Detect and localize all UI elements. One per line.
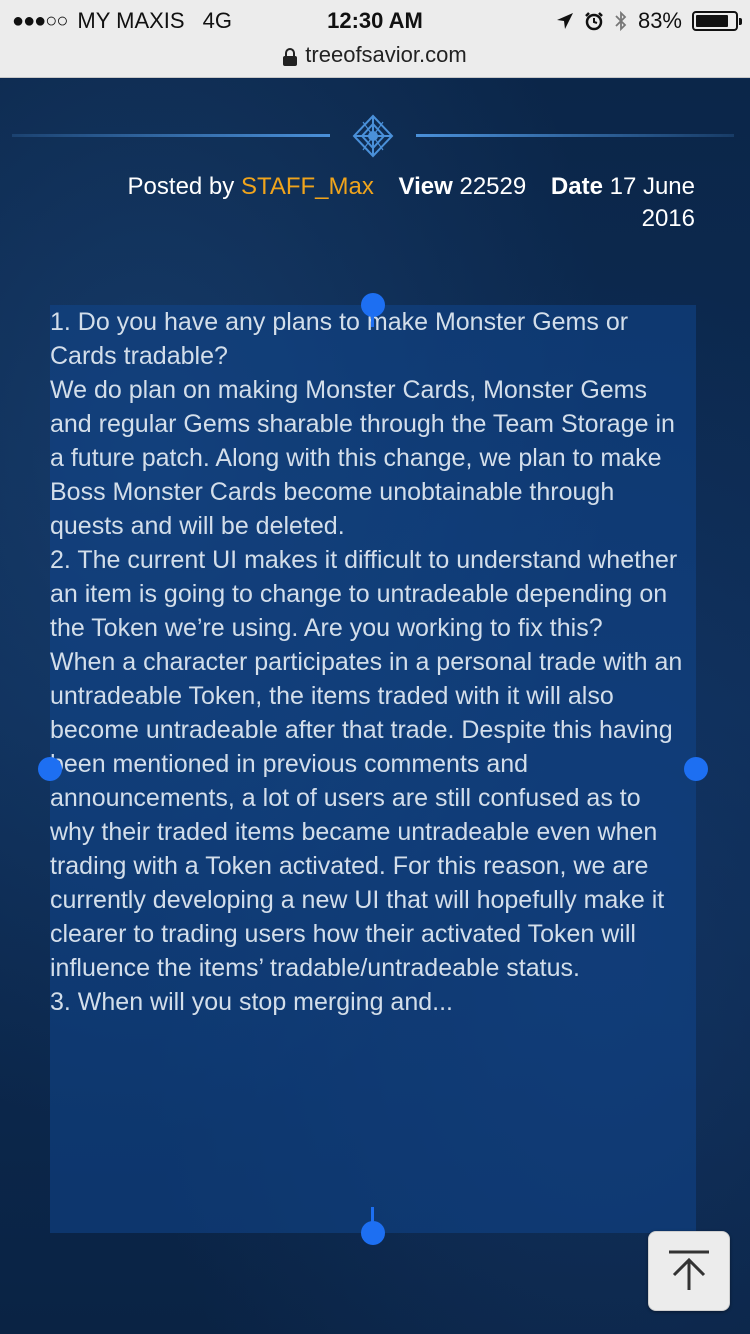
back-to-top-button[interactable] — [648, 1231, 730, 1311]
answer-2: When a character participates in a perso… — [50, 648, 683, 982]
battery-level — [696, 15, 728, 27]
status-right: 83% — [556, 8, 742, 34]
date-label: Date — [550, 173, 603, 200]
url-domain[interactable]: treeofsavior.com — [305, 42, 466, 68]
author-link[interactable]: STAFF_Max — [241, 173, 374, 200]
lock-icon — [283, 48, 298, 66]
posted-by-label: Posted by — [127, 173, 235, 200]
date-value-part1: 17 June — [609, 173, 695, 200]
status-bar: ●●●○○ MY MAXIS 4G 12:30 AM 83% — [0, 0, 750, 40]
divider-line-left — [12, 134, 330, 137]
bluetooth-icon — [615, 10, 627, 32]
arrow-up-to-top-icon — [669, 1250, 709, 1290]
battery-percent: 83% — [637, 8, 682, 33]
network-type: 4G — [202, 8, 232, 33]
question-2: 2. The current UI makes it difficult to … — [50, 546, 678, 642]
selection-handle-right[interactable] — [684, 757, 708, 781]
status-left: ●●●○○ MY MAXIS 4G — [12, 8, 232, 34]
url-bar[interactable]: treeofsavior.com — [0, 40, 750, 78]
carrier-name: MY MAXIS — [77, 8, 185, 33]
header-divider — [12, 114, 734, 158]
question-3-partial: 3. When will you stop merging and... — [50, 988, 453, 1016]
battery-icon — [692, 11, 742, 31]
date-value-part2: 2016 — [641, 205, 695, 232]
alarm-clock-icon — [585, 12, 603, 31]
post-meta: Posted by STAFF_Max View 22529 Date 17 J… — [60, 171, 695, 235]
view-label: View — [398, 173, 453, 200]
emblem-icon — [352, 114, 394, 158]
view-count: 22529 — [459, 173, 527, 200]
answer-1: We do plan on making Monster Cards, Mons… — [50, 376, 675, 540]
signal-strength-icon: ●●●○○ — [12, 9, 68, 32]
location-arrow-icon — [556, 13, 573, 29]
selection-handle-left[interactable] — [38, 757, 62, 781]
selection-handle-bottom[interactable] — [361, 1221, 385, 1245]
selection-handle-top-stem — [371, 313, 374, 327]
post-content[interactable]: 1. Do you have any plans to make Monster… — [50, 305, 690, 1019]
web-page: Posted by STAFF_Max View 22529 Date 17 J… — [0, 79, 750, 1334]
divider-line-right — [416, 134, 734, 137]
